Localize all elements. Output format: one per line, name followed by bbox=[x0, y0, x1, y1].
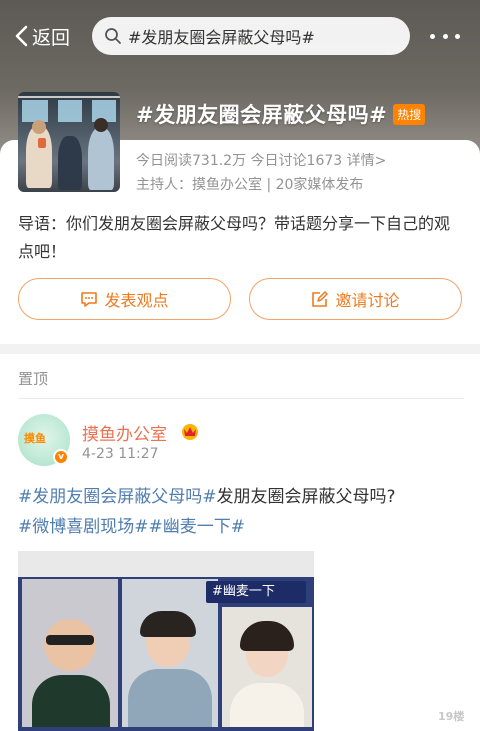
post-time: 4-23 11:27 bbox=[82, 446, 159, 462]
hashtag-link[interactable]: #微博喜剧现场# bbox=[18, 517, 149, 537]
divider-line bbox=[18, 398, 464, 399]
verified-icon: v bbox=[53, 449, 69, 465]
search-box[interactable] bbox=[92, 17, 410, 55]
topic-cover-image bbox=[18, 92, 120, 192]
edit-icon bbox=[312, 291, 329, 307]
topic-intro: 导语：你们发朋友圈会屏蔽父母吗？带话题分享一下自己的观点吧！ bbox=[18, 214, 451, 261]
topic-title-row: #发朋友圈会屏蔽父母吗# 热搜 bbox=[136, 98, 426, 130]
username[interactable]: 摸鱼办公室 bbox=[82, 420, 167, 445]
back-label: 返回 bbox=[32, 26, 71, 49]
post-body-text: 发朋友圈会屏蔽父母吗? bbox=[216, 487, 396, 507]
back-button[interactable]: 返回 bbox=[14, 22, 70, 50]
post-image[interactable]: #幽麦一下 bbox=[18, 551, 314, 731]
post-opinion-label: 发表观点 bbox=[104, 291, 169, 310]
more-button[interactable] bbox=[430, 26, 460, 46]
invite-discussion-label: 邀请讨论 bbox=[335, 291, 400, 310]
discussion-count: 今日讨论1673 bbox=[250, 153, 343, 169]
search-input[interactable] bbox=[128, 26, 398, 46]
image-banner bbox=[18, 551, 314, 577]
invite-discussion-button[interactable]: 邀请讨论 bbox=[249, 278, 462, 320]
post-opinion-button[interactable]: 发表观点 bbox=[18, 278, 231, 320]
topic-host: 主持人：摸鱼办公室 | 20家媒体发布 bbox=[136, 177, 364, 193]
vip-crown-icon bbox=[182, 424, 198, 440]
details-link[interactable]: 详情> bbox=[347, 153, 387, 169]
topic-stats: 今日阅读731.2万 今日讨论1673 详情> bbox=[136, 150, 386, 170]
top-bar: 返回 bbox=[0, 0, 480, 70]
hashtag-link[interactable]: #幽麦一下# bbox=[149, 517, 246, 537]
watermark-logo: 19楼 bbox=[438, 710, 465, 723]
post-text: #发朋友圈会屏蔽父母吗#发朋友圈会屏蔽父母吗? #微博喜剧现场##幽麦一下# bbox=[18, 482, 464, 542]
section-divider bbox=[0, 344, 480, 354]
read-count: 今日阅读731.2万 bbox=[136, 153, 247, 169]
more-icon bbox=[430, 33, 435, 39]
media-hashtag: #幽麦一下 bbox=[206, 581, 306, 603]
pinned-label: 置顶 bbox=[18, 370, 49, 388]
hot-badge: 热搜 bbox=[393, 103, 426, 125]
avatar-logo-icon: 摸鱼 bbox=[24, 432, 46, 445]
comment-icon bbox=[81, 292, 98, 307]
hashtag-link[interactable]: #发朋友圈会屏蔽父母吗# bbox=[18, 487, 217, 507]
back-chevron-icon bbox=[15, 25, 28, 47]
topic-title: #发朋友圈会屏蔽父母吗# bbox=[136, 103, 388, 127]
search-icon bbox=[105, 28, 121, 44]
